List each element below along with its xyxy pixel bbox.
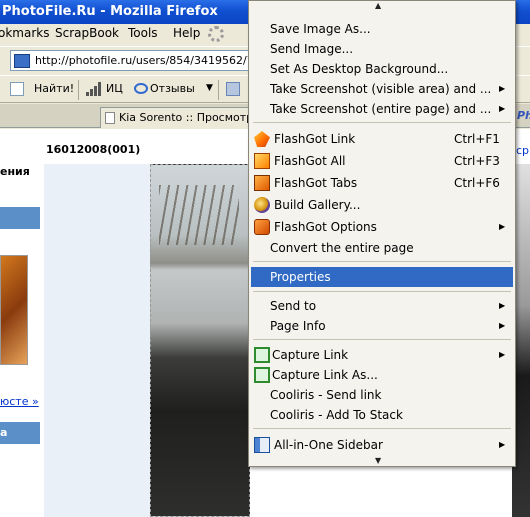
site-favicon-icon	[14, 54, 30, 68]
rank-bars-icon	[86, 82, 102, 96]
flashgot-all-icon	[254, 153, 270, 169]
search-checkbox[interactable]	[10, 82, 24, 96]
submenu-arrow-icon: ▶	[499, 104, 506, 113]
menu-set-desktop-background[interactable]: Set As Desktop Background...	[251, 59, 513, 79]
menu-flashgot-options[interactable]: FlashGot Options ▶	[251, 217, 513, 237]
more-link-label: юсте	[0, 395, 29, 408]
tab-kia-sorento[interactable]: Kia Sorento :: Просмотр те	[100, 107, 250, 128]
menu-scrapbook[interactable]: ScrapBook	[55, 26, 119, 40]
scroll-up-icon: ▲	[375, 1, 382, 10]
submenu-arrow-icon: ▶	[499, 84, 506, 93]
menu-cooliris-send-link[interactable]: Cooliris - Send link	[251, 385, 513, 405]
right-link[interactable]: ср	[516, 144, 529, 157]
page-icon	[105, 112, 115, 124]
sidebar-bar	[0, 207, 40, 229]
menu-flashgot-link[interactable]: FlashGot Link Ctrl+F1	[251, 129, 513, 149]
menu-help[interactable]: Help	[173, 26, 200, 40]
menu-separator	[253, 261, 511, 262]
toolbar-divider	[78, 80, 79, 100]
sidebar-heading: ения	[0, 165, 30, 178]
gallery-icon	[254, 197, 270, 213]
menu-send-image[interactable]: Send Image...	[251, 39, 513, 59]
menu-save-image-as[interactable]: Save Image As...	[251, 19, 513, 39]
ic-button[interactable]: ИЦ	[106, 82, 123, 95]
flashgot-icon	[254, 131, 270, 147]
menu-send-to[interactable]: Send to ▶	[251, 296, 513, 316]
toolbar-divider	[218, 80, 219, 100]
menu-separator	[253, 122, 511, 123]
double-arrow-icon: »	[31, 395, 39, 408]
menu-separator	[253, 339, 511, 340]
menu-build-gallery[interactable]: Build Gallery...	[251, 195, 513, 215]
menu-scroll-down[interactable]: ▼	[249, 456, 515, 466]
menu-flashgot-all[interactable]: FlashGot All Ctrl+F3	[251, 151, 513, 171]
flashgot-options-icon	[254, 219, 270, 235]
menu-all-in-one-sidebar[interactable]: All-in-One Sidebar ▶	[251, 435, 513, 455]
toolbar-logo: Ph	[517, 109, 530, 122]
scroll-down-icon: ▼	[375, 456, 382, 465]
menu-properties[interactable]: Properties	[251, 267, 513, 287]
photo-panel	[44, 164, 150, 517]
submenu-arrow-icon: ▶	[499, 350, 506, 359]
flashgot-tabs-icon	[254, 175, 270, 191]
menu-flashgot-tabs[interactable]: FlashGot Tabs Ctrl+F6	[251, 173, 513, 193]
menu-capture-link-as[interactable]: Capture Link As...	[251, 365, 513, 385]
thumbnail-image[interactable]	[0, 255, 28, 365]
capture-icon	[254, 367, 270, 383]
reviews-dropdown-icon[interactable]: ▼	[206, 83, 213, 93]
photo-title: 16012008(001)	[46, 143, 141, 156]
sidebar-icon	[254, 437, 270, 453]
throbber-icon	[208, 26, 224, 42]
submenu-arrow-icon: ▶	[499, 222, 506, 231]
reviews-button[interactable]: Отзывы	[134, 82, 195, 95]
menu-convert-page[interactable]: Convert the entire page	[251, 238, 513, 258]
sidebar-bar-bottom: а	[0, 422, 40, 444]
sidebar-bar-label: а	[0, 426, 8, 439]
menu-bookmarks[interactable]: okmarks	[0, 26, 49, 40]
submenu-arrow-icon: ▶	[499, 301, 506, 310]
menu-separator	[253, 428, 511, 429]
url-bar[interactable]: http://photofile.ru/users/854/3419562/73…	[10, 50, 275, 71]
menu-cooliris-add-stack[interactable]: Cooliris - Add To Stack	[251, 405, 513, 425]
menu-scroll-up[interactable]: ▲	[249, 1, 515, 11]
context-menu: ▲ Save Image As... Send Image... Set As …	[248, 0, 516, 467]
more-link[interactable]: юсте »	[0, 395, 39, 408]
tab-label: Kia Sorento :: Просмотр те	[119, 111, 249, 124]
menu-screenshot-visible[interactable]: Take Screenshot (visible area) and ... ▶	[251, 79, 513, 99]
main-photo[interactable]	[150, 164, 250, 517]
submenu-arrow-icon: ▶	[499, 321, 506, 330]
menu-separator	[253, 291, 511, 292]
toolbar-extension-icon[interactable]	[226, 82, 240, 96]
window-title: PhotoFile.Ru - Mozilla Firefox	[2, 4, 218, 19]
url-text: http://photofile.ru/users/854/3419562/73…	[35, 54, 275, 67]
capture-icon	[254, 347, 270, 363]
submenu-arrow-icon: ▶	[499, 440, 506, 449]
reviews-label: Отзывы	[150, 82, 195, 95]
menu-capture-link[interactable]: Capture Link ▶	[251, 345, 513, 365]
find-button[interactable]: Найти!	[34, 82, 74, 95]
menu-screenshot-entire[interactable]: Take Screenshot (entire page) and ... ▶	[251, 99, 513, 119]
speech-bubble-icon	[134, 83, 148, 94]
menu-tools[interactable]: Tools	[128, 26, 158, 40]
menu-page-info[interactable]: Page Info ▶	[251, 316, 513, 336]
